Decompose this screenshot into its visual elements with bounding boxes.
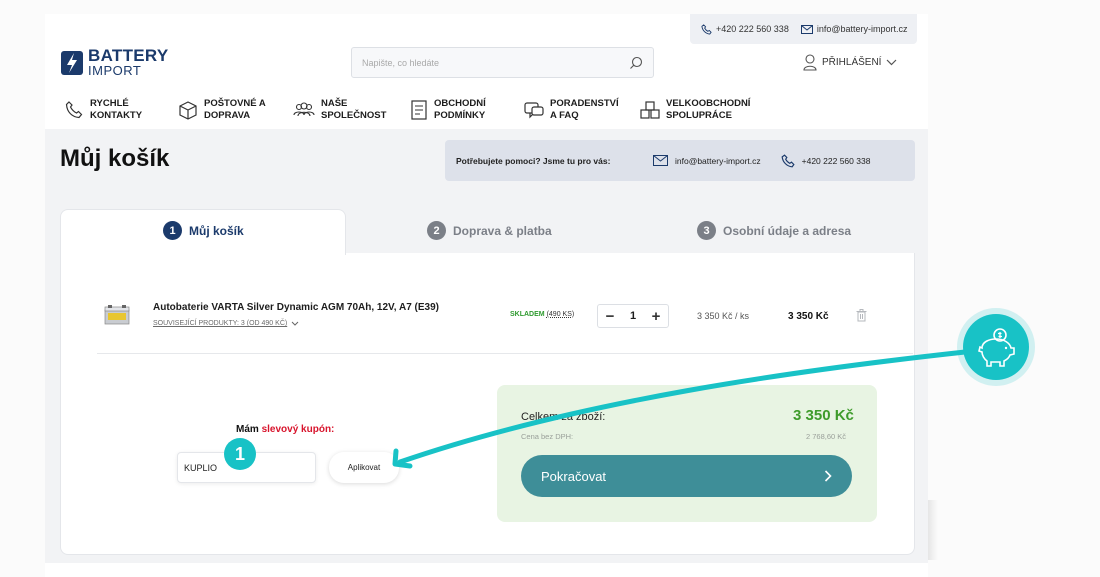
nav-company-line2: SPOLEČNOST: [321, 110, 387, 121]
user-icon: [803, 54, 817, 71]
login-label: PŘIHLÁŠENÍ: [822, 57, 882, 68]
logo-line1: BATTERY: [88, 46, 169, 65]
top-email-text: info@battery-import.cz: [816, 24, 908, 34]
mail-icon: [653, 155, 668, 166]
unit-price: 3 350 Kč / ks: [697, 311, 750, 321]
step-number-3: 3: [697, 221, 716, 240]
login-button[interactable]: PŘIHLÁŠENÍ: [803, 54, 897, 71]
help-question: Potřebujete pomoci? Jsme tu pro vás:: [456, 155, 611, 166]
tab-label: Doprava & platba: [453, 223, 552, 238]
nav-item-contacts[interactable]: RYCHLÉ KONTAKTY: [64, 98, 178, 122]
nav-item-company[interactable]: NAŠE SPOLEČNOST: [293, 98, 410, 122]
logo[interactable]: BATTERY IMPORT: [60, 47, 168, 77]
chat-icon: [524, 102, 544, 119]
page-title: Můj košík: [60, 145, 170, 172]
people-icon: [293, 102, 315, 117]
search-icon[interactable]: [629, 56, 643, 70]
nav-faq-line2: A FAQ: [550, 110, 579, 121]
item-total: 3 350 Kč: [788, 311, 829, 322]
related-products-label: SOUVISEJÍCÍ PRODUKTY: 3 (OD 490 KČ): [153, 320, 288, 327]
main-nav: RYCHLÉ KONTAKTY POŠTOVNÉ A DOPRAVA NAŠE SPO…: [64, 98, 770, 122]
nav-contacts-line1: RYCHLÉ: [90, 98, 129, 109]
top-email[interactable]: info@battery-import.cz: [800, 24, 908, 34]
tab-label: Můj košík: [189, 223, 244, 238]
chevron-down-icon: [291, 321, 299, 326]
product-image[interactable]: [104, 304, 130, 326]
nav-company-line1: NAŠE: [321, 98, 348, 109]
phone-icon: [65, 101, 83, 119]
stock-status: SKLADEM (490 KS): [510, 311, 574, 318]
nav-item-wholesale[interactable]: VELKOOBCHODNÍ SPOLUPRÁCE: [640, 98, 770, 122]
tab-personal-details[interactable]: 3 Osobní údaje a adresa: [697, 221, 851, 240]
stock-count: (490 KS): [546, 311, 575, 318]
logo-bolt-icon: [61, 51, 83, 75]
logo-line2: IMPORT: [88, 63, 142, 78]
nav-terms-line1: OBCHODNÍ: [434, 98, 486, 109]
coupon-label-prefix: Mám: [236, 424, 259, 435]
top-contact-bar: +420 222 560 338 info@battery-import.cz: [690, 14, 917, 44]
step-number-2: 2: [427, 221, 446, 240]
top-phone[interactable]: +420 222 560 338: [701, 23, 789, 35]
nav-shipping-line1: POŠTOVNÉ A: [204, 98, 266, 109]
nav-faq-line1: PORADENSTVÍ: [550, 98, 619, 109]
nav-wholesale-line1: VELKOOBCHODNÍ: [666, 98, 751, 109]
help-phone[interactable]: +420 222 560 338: [781, 153, 871, 168]
step-annotation-badge: 1: [224, 438, 256, 470]
annotation-arrow: [392, 349, 968, 469]
coupon-label: Mám slevový kupón:: [236, 424, 334, 435]
product-name[interactable]: Autobaterie VARTA Silver Dynamic AGM 70A…: [153, 302, 439, 313]
tab-shipping-payment[interactable]: 2 Doprava & platba: [427, 221, 552, 240]
help-box: Potřebujete pomoci? Jsme tu pro vás: inf…: [445, 140, 915, 181]
stock-label: SKLADEM: [510, 311, 545, 318]
boxes-icon: [640, 101, 660, 119]
phone-icon: [701, 23, 712, 35]
piggy-bank-badge: [963, 314, 1029, 380]
edge-shadow: [928, 500, 938, 560]
piggy-bank-icon: [978, 328, 1015, 367]
search-input[interactable]: [362, 57, 629, 68]
document-icon: [411, 100, 427, 120]
help-email-text: info@battery-import.cz: [675, 155, 761, 166]
help-phone-text: +420 222 560 338: [801, 155, 871, 166]
nav-contacts-line2: KONTAKTY: [90, 110, 143, 121]
trash-icon[interactable]: [856, 309, 867, 322]
chevron-down-icon: [887, 59, 897, 66]
step-number-1: 1: [163, 221, 182, 240]
mail-icon: [800, 24, 813, 34]
quantity-value[interactable]: 1: [630, 310, 636, 322]
increase-button[interactable]: +: [648, 308, 664, 325]
nav-wholesale-line2: SPOLUPRÁCE: [666, 110, 732, 121]
nav-shipping-line2: DOPRAVA: [204, 110, 251, 121]
top-phone-text: +420 222 560 338: [716, 24, 789, 34]
nav-item-faq[interactable]: PORADENSTVÍ A FAQ: [524, 98, 640, 122]
related-products-link[interactable]: SOUVISEJÍCÍ PRODUKTY: 3 (OD 490 KČ): [153, 320, 299, 327]
phone-icon: [781, 153, 795, 167]
decrease-button[interactable]: −: [602, 308, 618, 325]
tab-label: Osobní údaje a adresa: [723, 223, 852, 238]
nav-item-terms[interactable]: OBCHODNÍ PODMÍNKY: [410, 98, 524, 122]
search-box: [351, 47, 654, 78]
quantity-stepper: − 1 +: [597, 304, 669, 328]
nav-item-shipping[interactable]: POŠTOVNÉ A DOPRAVA: [178, 98, 293, 122]
tab-my-cart[interactable]: 1 Můj košík: [163, 221, 244, 240]
box-icon: [179, 101, 197, 120]
help-email[interactable]: info@battery-import.cz: [653, 155, 761, 166]
nav-terms-line2: PODMÍNKY: [434, 110, 486, 121]
coupon-label-highlight: slevový kupón:: [261, 424, 335, 435]
